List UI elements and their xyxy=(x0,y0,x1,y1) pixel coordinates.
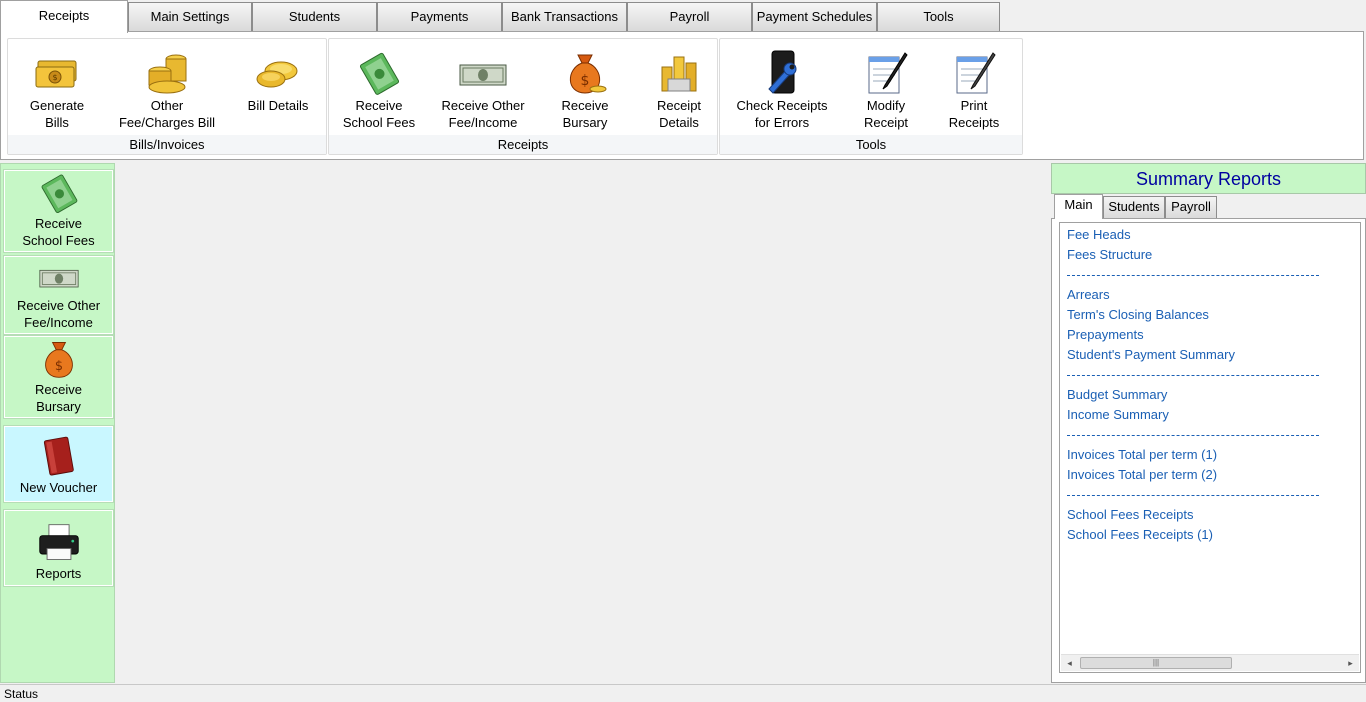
sidebar-item-receive-other-fee-income[interactable]: Receive Other Fee/Income xyxy=(3,255,114,335)
money-bag-icon: $ xyxy=(569,54,607,94)
sidebar-item-receive-bursary[interactable]: $ Receive Bursary xyxy=(3,335,114,419)
report-link-terms-closing-balances[interactable]: Term's Closing Balances xyxy=(1067,305,1319,325)
sidebar-item-label: New Voucher xyxy=(19,480,98,495)
divider xyxy=(1067,485,1319,505)
group-caption-bills-invoices: Bills/Invoices xyxy=(8,135,326,154)
report-link-list: Fee Heads Fees Structure Arrears Term's … xyxy=(1059,222,1361,673)
notepad-pen-icon xyxy=(868,52,908,94)
receipt-details-button[interactable]: Receipt Details xyxy=(635,45,723,131)
svg-text:$: $ xyxy=(54,359,62,374)
other-fee-charges-bill-label: Other Fee/Charges Bill xyxy=(118,98,216,130)
cash-stack-icon xyxy=(359,52,400,95)
modify-receipt-button[interactable]: Modify Receipt xyxy=(842,45,930,131)
report-link-budget-summary[interactable]: Budget Summary xyxy=(1067,385,1319,405)
tab-main-settings[interactable]: Main Settings xyxy=(128,2,252,32)
main-tab-bar: Receipts Main Settings Students Payments… xyxy=(0,0,1366,33)
svg-text:$: $ xyxy=(52,73,57,82)
sidebar-item-receive-school-fees[interactable]: Receive School Fees xyxy=(3,169,114,253)
receive-other-fee-income-label: Receive Other Fee/Income xyxy=(441,98,525,130)
scroll-right-arrow-icon[interactable]: ▸ xyxy=(1342,655,1359,671)
report-link-school-fees-receipts[interactable]: School Fees Receipts xyxy=(1067,505,1319,525)
print-receipts-label: Print Receipts xyxy=(948,98,1000,130)
tab-payments[interactable]: Payments xyxy=(377,2,502,32)
printer-icon xyxy=(38,524,79,560)
summary-tab-body: Fee Heads Fees Structure Arrears Term's … xyxy=(1051,218,1366,683)
wrench-phone-icon xyxy=(768,50,797,94)
red-book-icon xyxy=(43,436,74,476)
divider xyxy=(1067,425,1319,445)
ribbon: $ Generate Bills Other Fee/Charges Bill … xyxy=(0,31,1364,160)
tab-bank-transactions[interactable]: Bank Transactions xyxy=(502,2,627,32)
tab-payment-schedules[interactable]: Payment Schedules xyxy=(752,2,877,32)
receive-school-fees-label: Receive School Fees xyxy=(342,98,416,130)
receive-other-fee-income-button[interactable]: Receive Other Fee/Income xyxy=(433,45,533,131)
group-receipts: Receive School Fees Receive Other Fee/In… xyxy=(328,38,718,155)
summary-tab-students[interactable]: Students xyxy=(1103,196,1165,218)
summary-tab-payroll[interactable]: Payroll xyxy=(1165,196,1217,218)
group-bills-invoices: $ Generate Bills Other Fee/Charges Bill … xyxy=(7,38,327,155)
horizontal-scrollbar[interactable]: ◂ ||| ▸ xyxy=(1061,654,1359,671)
bill-details-label: Bill Details xyxy=(247,98,309,113)
report-link-school-fees-receipts-1[interactable]: School Fees Receipts (1) xyxy=(1067,525,1319,545)
summary-reports-panel: Summary Reports Main Students Payroll Fe… xyxy=(1051,163,1366,683)
dollar-bill-icon xyxy=(38,269,79,288)
report-link-arrears[interactable]: Arrears xyxy=(1067,285,1319,305)
report-link-invoices-total-2[interactable]: Invoices Total per term (2) xyxy=(1067,465,1319,485)
sidebar-item-reports[interactable]: Reports xyxy=(3,509,114,587)
receive-bursary-button[interactable]: $ Receive Bursary xyxy=(541,45,629,131)
tab-payroll[interactable]: Payroll xyxy=(627,2,752,32)
group-caption-tools: Tools xyxy=(720,135,1022,154)
report-link-invoices-total-1[interactable]: Invoices Total per term (1) xyxy=(1067,445,1319,465)
group-tools: Check Receipts for Errors Modify Receipt xyxy=(719,38,1023,155)
gold-coins-icon xyxy=(256,61,298,88)
summary-tab-main[interactable]: Main xyxy=(1054,194,1103,219)
money-bag-icon: $ xyxy=(44,342,73,378)
coin-columns-icon xyxy=(661,56,697,92)
receipt-details-label: Receipt Details xyxy=(656,98,702,130)
dollar-bill-icon xyxy=(459,64,507,86)
report-link-prepayments[interactable]: Prepayments xyxy=(1067,325,1319,345)
svg-text:$: $ xyxy=(581,73,590,89)
sidebar-item-label: Reports xyxy=(35,566,82,581)
modify-receipt-label: Modify Receipt xyxy=(863,98,909,130)
tab-tools[interactable]: Tools xyxy=(877,2,1000,32)
money-bills-icon: $ xyxy=(35,60,77,88)
sidebar-item-label: Receive School Fees xyxy=(22,216,95,248)
print-receipts-button[interactable]: Print Receipts xyxy=(930,45,1018,131)
group-caption-receipts: Receipts xyxy=(329,135,717,154)
notepad-pencil-icon xyxy=(956,52,996,94)
sidebar-item-label: Receive Bursary xyxy=(35,382,82,414)
tab-students[interactable]: Students xyxy=(252,2,377,32)
tab-receipts[interactable]: Receipts xyxy=(0,0,128,33)
scroll-left-arrow-icon[interactable]: ◂ xyxy=(1061,655,1078,671)
scrollbar-thumb[interactable]: ||| xyxy=(1080,657,1232,669)
report-link-fee-heads[interactable]: Fee Heads xyxy=(1067,225,1319,245)
summary-reports-title: Summary Reports xyxy=(1051,163,1366,194)
report-link-fees-structure[interactable]: Fees Structure xyxy=(1067,245,1319,265)
report-link-income-summary[interactable]: Income Summary xyxy=(1067,405,1319,425)
bill-details-button[interactable]: Bill Details xyxy=(234,45,322,114)
receive-school-fees-button[interactable]: Receive School Fees xyxy=(335,45,423,131)
coin-stacks-icon xyxy=(148,54,187,94)
cash-stack-icon xyxy=(41,174,77,214)
sidebar-item-new-voucher[interactable]: New Voucher xyxy=(3,425,114,503)
status-bar: Status xyxy=(0,684,1366,702)
receive-bursary-label: Receive Bursary xyxy=(561,98,609,130)
divider xyxy=(1067,265,1319,285)
check-receipts-for-errors-label: Check Receipts for Errors xyxy=(736,98,828,130)
generate-bills-button[interactable]: $ Generate Bills xyxy=(12,45,102,131)
other-fee-charges-bill-button[interactable]: Other Fee/Charges Bill xyxy=(108,45,226,131)
divider xyxy=(1067,365,1319,385)
sidebar-item-label: Receive Other Fee/Income xyxy=(16,298,101,330)
generate-bills-label: Generate Bills xyxy=(29,98,85,130)
report-link-students-payment-summary[interactable]: Student's Payment Summary xyxy=(1067,345,1319,365)
left-sidebar: Receive School Fees Receive Other Fee/In… xyxy=(0,163,115,683)
check-receipts-for-errors-button[interactable]: Check Receipts for Errors xyxy=(726,45,838,131)
